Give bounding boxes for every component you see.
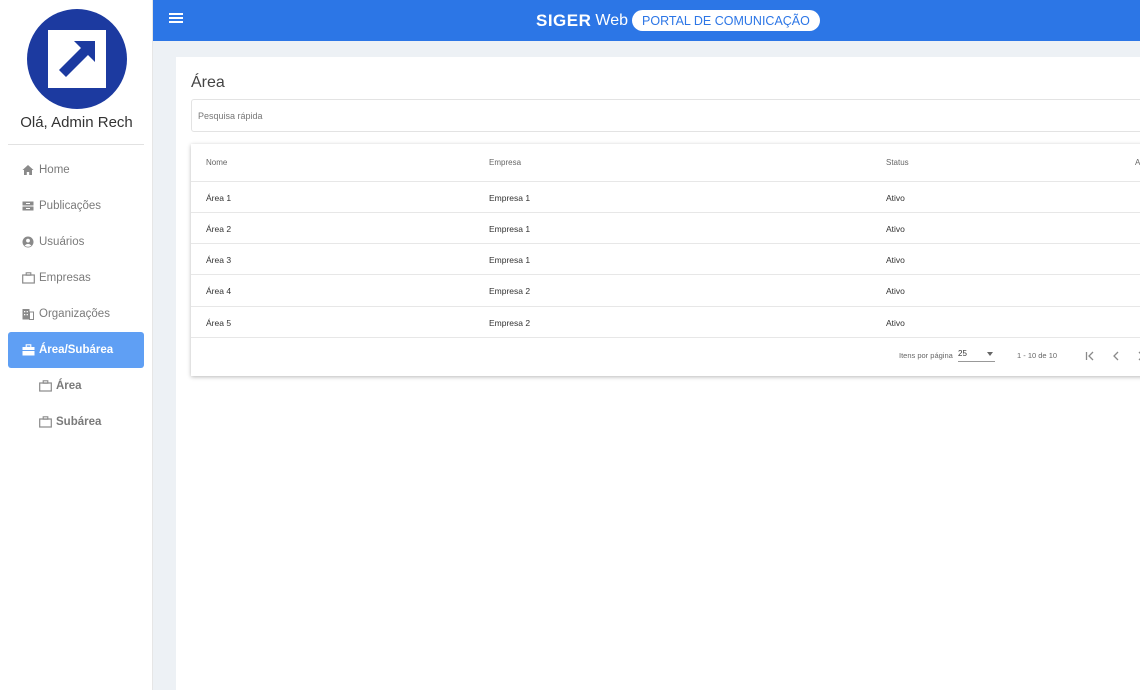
home-icon [21,163,35,177]
brand-portal: PORTAL DE COMUNICAÇÃO [632,10,820,31]
cell-status: Ativo [886,317,905,328]
sidebar-item-label: Subárea [56,416,102,428]
briefcase-icon [38,415,52,429]
table-row[interactable]: Área 3 Empresa 1 Ativo [191,243,1140,274]
sidebar-item-label: Área/Subárea [39,344,114,356]
column-header-actions[interactable]: A [1135,144,1140,181]
arrow-up-right-icon [59,41,95,77]
sidebar-item-usuarios[interactable]: Usuários [8,225,144,259]
table-row[interactable]: Área 2 Empresa 1 Ativo [191,212,1140,243]
cell-nome: Área 1 [206,192,232,203]
page-title: Área [191,74,225,91]
cell-nome: Área 4 [206,285,232,296]
column-header-empresa[interactable]: Empresa [489,144,521,181]
top-bar: SIGER Web PORTAL DE COMUNICAÇÃO [153,0,1140,41]
page-size-select[interactable]: 25 [958,347,995,362]
brand-web: Web [595,11,629,29]
cell-nome: Área 5 [206,317,232,328]
cell-status: Ativo [886,192,905,203]
sidebar-item-label: Usuários [39,236,85,248]
cell-empresa: Empresa 1 [489,254,531,265]
sidebar-divider [8,144,144,145]
cell-status: Ativo [886,254,905,265]
briefcase-icon [21,271,35,285]
sidebar-item-label: Publicações [39,200,102,212]
table-row[interactable]: Área 5 Empresa 2 Ativo [191,306,1140,337]
greeting: Olá, Admin Rech [20,114,133,131]
sidebar: Olá, Admin Rech Home Publicações Usuário… [0,0,153,690]
column-header-status[interactable]: Status [886,144,909,181]
page-range: 1 - 10 de 10 [1017,351,1058,360]
table-row[interactable]: Área 4 Empresa 2 Ativo [191,274,1140,305]
sidebar-item-area-subarea[interactable]: Área/Subárea [8,332,144,368]
sidebar-item-home[interactable]: Home [8,153,144,187]
cell-empresa: Empresa 2 [489,317,531,328]
sidebar-item-publicacoes[interactable]: Publicações [8,189,144,223]
data-table: Nome Empresa Status A Área 1 Empresa 1 A… [191,144,1140,376]
building-icon [21,307,35,321]
sidebar-item-organizacoes[interactable]: Organizações [8,297,144,331]
items-per-page-label: Itens por página [899,351,953,360]
sidebar-item-label: Área [56,380,82,392]
sidebar-item-subarea[interactable]: Subárea [8,405,144,439]
search-input[interactable] [191,99,1140,132]
main-panel: Área Nome Empresa Status A Área 1 Empres… [176,57,1140,690]
sidebar-item-label: Organizações [39,308,110,320]
first-page-icon[interactable] [1083,348,1099,364]
caret-down-icon [987,352,993,356]
cell-nome: Área 2 [206,223,232,234]
table-row[interactable]: Área 1 Empresa 1 Ativo [191,181,1140,212]
hamburger-menu-icon[interactable] [169,13,183,27]
column-header-nome[interactable]: Nome [206,144,227,181]
logo [27,9,127,109]
inbox-icon [21,199,35,213]
user-circle-icon [21,235,35,249]
paginator: Itens por página 25 1 - 10 de 10 [191,337,1140,376]
cell-status: Ativo [886,223,905,234]
next-page-icon[interactable] [1133,348,1140,364]
briefcase-icon [38,379,52,393]
cell-empresa: Empresa 2 [489,285,531,296]
cell-empresa: Empresa 1 [489,192,531,203]
brand-siger: SIGER [536,10,592,30]
page-size-value: 25 [958,349,967,358]
sidebar-item-label: Home [39,164,70,176]
cell-nome: Área 3 [206,254,232,265]
brand: SIGER Web PORTAL DE COMUNICAÇÃO [536,10,820,31]
cell-status: Ativo [886,285,905,296]
previous-page-icon[interactable] [1108,348,1124,364]
sidebar-item-area[interactable]: Área [8,369,144,403]
toolbox-icon [21,343,35,357]
sidebar-item-label: Empresas [39,272,91,284]
sidebar-item-empresas[interactable]: Empresas [8,261,144,295]
cell-empresa: Empresa 1 [489,223,531,234]
